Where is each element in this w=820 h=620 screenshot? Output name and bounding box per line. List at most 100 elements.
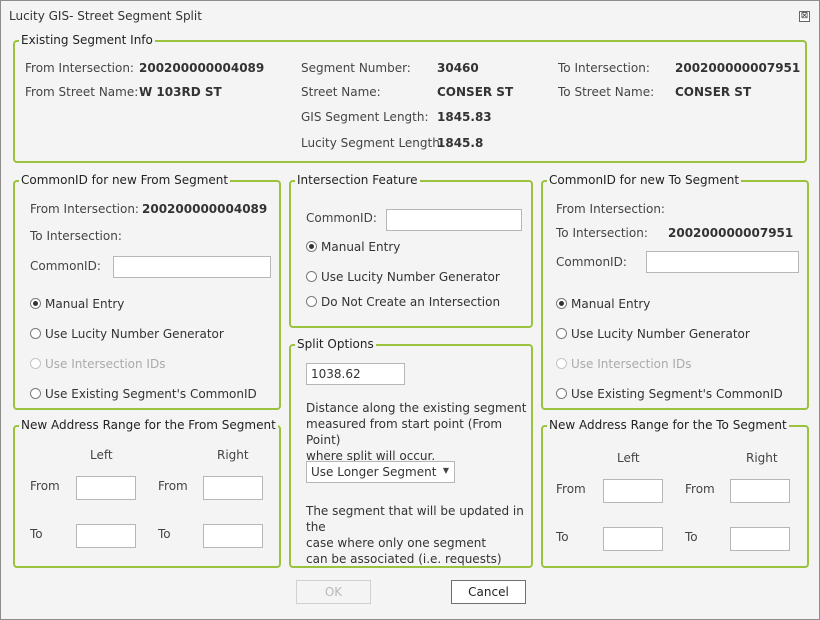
radio-label: Use Intersection IDs <box>571 357 692 371</box>
right-header: Right <box>746 451 778 465</box>
to-segment-commonid-input[interactable] <box>646 251 799 273</box>
to-existing-commonid-radio[interactable]: Use Existing Segment's CommonID <box>556 387 783 401</box>
street-name-label: Street Name: <box>301 85 381 99</box>
radio-icon <box>556 388 567 399</box>
to-segment-commonid-legend: CommonID for new To Segment <box>547 173 742 187</box>
from-segment-commonid-legend: CommonID for new From Segment <box>19 173 231 187</box>
to-street-label: To Street Name: <box>558 85 655 99</box>
split-distance-input[interactable] <box>306 363 405 385</box>
commonid-label: CommonID: <box>30 259 101 273</box>
lucity-segment-length-value: 1845.8 <box>437 136 484 150</box>
radio-icon <box>556 328 567 339</box>
right-to-input[interactable] <box>730 527 790 551</box>
commonid-label: CommonID: <box>306 211 377 225</box>
radio-label: Use Lucity Number Generator <box>321 270 500 284</box>
from-address-range-group: New Address Range for the From Segment L… <box>13 418 281 568</box>
segment-number-value: 30460 <box>437 61 479 75</box>
intersection-manual-entry-radio[interactable]: Manual Entry <box>306 240 400 254</box>
intersection-feature-legend: Intersection Feature <box>295 173 420 187</box>
left-from-input[interactable] <box>603 479 663 503</box>
from-intersection-value: 200200000004089 <box>142 202 268 216</box>
from-intersection-label: From Intersection: <box>25 61 134 75</box>
to-segment-commonid-group: CommonID for new To Segment From Interse… <box>541 173 809 410</box>
to-intersection-label: To Intersection: <box>30 229 122 243</box>
intersection-do-not-create-radio[interactable]: Do Not Create an Intersection <box>306 295 500 309</box>
description-line: Distance along the existing segment <box>306 401 527 415</box>
intersection-commonid-input[interactable] <box>386 209 522 231</box>
split-distance-description: Distance along the existing segment meas… <box>306 400 528 464</box>
from-intersection-value: 200200000004089 <box>139 61 265 75</box>
from-address-range-legend: New Address Range for the From Segment <box>19 418 278 432</box>
from-segment-commonid-group: CommonID for new From Segment From Inter… <box>13 173 281 410</box>
radio-icon <box>306 271 317 282</box>
radio-label: Use Lucity Number Generator <box>571 327 750 341</box>
to-intersection-value: 200200000007951 <box>675 61 801 75</box>
from-label: From <box>556 482 586 496</box>
right-from-input[interactable] <box>203 476 263 500</box>
split-options-group: Split Options Distance along the existin… <box>289 337 533 568</box>
from-number-generator-radio[interactable]: Use Lucity Number Generator <box>30 327 224 341</box>
to-manual-entry-radio[interactable]: Manual Entry <box>556 297 650 311</box>
from-label: From <box>30 479 60 493</box>
split-options-legend: Split Options <box>295 337 376 351</box>
radio-label: Manual Entry <box>45 297 125 311</box>
from-intersection-label: From Intersection: <box>556 202 665 216</box>
ok-button[interactable]: OK <box>296 580 371 604</box>
to-label: To <box>685 530 698 544</box>
intersection-number-generator-radio[interactable]: Use Lucity Number Generator <box>306 270 500 284</box>
left-to-input[interactable] <box>603 527 663 551</box>
radio-icon <box>30 358 41 369</box>
street-segment-split-dialog: Lucity GIS- Street Segment Split ⊠ Exist… <box>0 0 820 620</box>
segment-number-label: Segment Number: <box>301 61 411 75</box>
intersection-feature-group: Intersection Feature CommonID: Manual En… <box>289 173 533 328</box>
from-intersection-label: From Intersection: <box>30 202 139 216</box>
left-header: Left <box>617 451 640 465</box>
radio-label: Manual Entry <box>571 297 651 311</box>
to-number-generator-radio[interactable]: Use Lucity Number Generator <box>556 327 750 341</box>
to-label: To <box>556 530 569 544</box>
to-address-range-group: New Address Range for the To Segment Lef… <box>541 418 809 568</box>
to-label: To <box>158 527 171 541</box>
radio-icon <box>556 358 567 369</box>
right-from-input[interactable] <box>730 479 790 503</box>
radio-label: Use Lucity Number Generator <box>45 327 224 341</box>
radio-icon <box>30 388 41 399</box>
cancel-button[interactable]: Cancel <box>451 580 526 604</box>
to-intersection-value: 200200000007951 <box>668 226 794 240</box>
commonid-label: CommonID: <box>556 255 627 269</box>
right-header: Right <box>217 448 249 462</box>
to-address-range-legend: New Address Range for the To Segment <box>547 418 789 432</box>
gis-segment-length-value: 1845.83 <box>437 110 492 124</box>
description-line: measured from start point (From Point) <box>306 417 503 447</box>
from-street-value: W 103RD ST <box>139 85 222 99</box>
existing-segment-info-legend: Existing Segment Info <box>19 33 155 47</box>
from-label: From <box>158 479 188 493</box>
gis-segment-length-label: GIS Segment Length: <box>301 110 429 124</box>
from-intersection-ids-radio: Use Intersection IDs <box>30 357 165 371</box>
from-street-label: From Street Name: <box>25 85 139 99</box>
radio-icon <box>30 328 41 339</box>
segment-update-select[interactable]: Use Longer Segment ▼ <box>306 461 455 483</box>
close-icon[interactable]: ⊠ <box>799 11 810 22</box>
from-segment-commonid-input[interactable] <box>113 256 271 278</box>
radio-label: Use Intersection IDs <box>45 357 166 371</box>
right-to-input[interactable] <box>203 524 263 548</box>
from-manual-entry-radio[interactable]: Manual Entry <box>30 297 124 311</box>
radio-label: Use Existing Segment's CommonID <box>45 387 257 401</box>
existing-segment-info-group: Existing Segment Info From Intersection:… <box>13 33 807 163</box>
lucity-segment-length-label: Lucity Segment Length: <box>301 136 444 150</box>
to-label: To <box>30 527 43 541</box>
description-line: can be associated (i.e. requests) <box>306 552 502 566</box>
chevron-down-icon: ▼ <box>442 466 449 475</box>
to-street-value: CONSER ST <box>675 85 752 99</box>
radio-label: Do Not Create an Intersection <box>321 295 501 309</box>
description-line: case where only one segment <box>306 536 487 550</box>
radio-icon <box>306 296 317 307</box>
from-existing-commonid-radio[interactable]: Use Existing Segment's CommonID <box>30 387 257 401</box>
window-title: Lucity GIS- Street Segment Split <box>9 9 202 23</box>
left-to-input[interactable] <box>76 524 136 548</box>
to-intersection-label: To Intersection: <box>556 226 648 240</box>
street-name-value: CONSER ST <box>437 85 514 99</box>
left-from-input[interactable] <box>76 476 136 500</box>
radio-checked-icon <box>556 298 567 309</box>
